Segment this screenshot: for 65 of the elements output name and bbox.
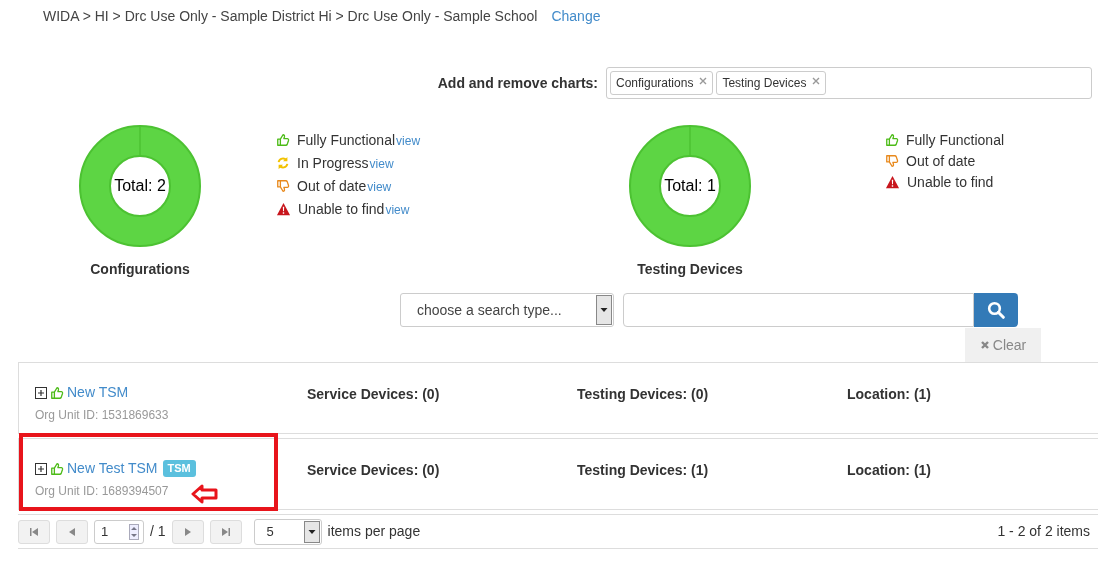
- refresh-icon: [276, 156, 290, 170]
- page-size-dropdown[interactable]: 5: [253, 518, 322, 545]
- thumbs-down-icon: [276, 179, 290, 193]
- expand-icon: [35, 462, 47, 475]
- search-type-placeholder: choose a search type...: [417, 300, 562, 320]
- legend-label: Out of date: [297, 176, 367, 196]
- search-button[interactable]: [974, 293, 1018, 327]
- location-count: Location: (1): [847, 462, 931, 478]
- service-devices-count: Service Devices: (0): [307, 462, 440, 478]
- tsm-name-link[interactable]: New TSM: [67, 382, 129, 403]
- view-link[interactable]: view: [385, 200, 410, 219]
- spinner-arrows-icon: [129, 523, 139, 540]
- chart-tag-label: Testing Devices: [722, 75, 807, 92]
- clear-button[interactable]: Clear: [965, 328, 1041, 362]
- service-devices-count: Service Devices: (0): [307, 386, 440, 402]
- thumbs-down-icon: [885, 154, 899, 168]
- legend-label: In Progress: [297, 153, 369, 173]
- testing-devices-count: Testing Devices: (0): [577, 386, 709, 402]
- view-link[interactable]: view: [396, 131, 421, 150]
- location-count: Location: (1): [847, 386, 931, 402]
- tsm-name-link[interactable]: New Test TSM: [67, 458, 158, 479]
- search-type-dropdown[interactable]: choose a search type...: [400, 293, 614, 327]
- warning-icon: [276, 202, 291, 216]
- breadcrumb: WIDA > HI > Drc Use Only - Sample District Hi > Drc Use Only - Sample School: [43, 7, 538, 26]
- thumbs-up-icon: [276, 133, 290, 147]
- chart-total: Total: 1: [664, 176, 716, 196]
- search-icon: [987, 301, 1005, 319]
- first-page-button[interactable]: [18, 519, 50, 544]
- expand-icon: [35, 386, 47, 399]
- previous-page-button[interactable]: [56, 519, 88, 544]
- view-link[interactable]: view: [369, 154, 394, 173]
- pager-summary: 1 - 2 of 2 items: [997, 522, 1090, 541]
- page-count: / 1: [150, 522, 166, 541]
- chart-title: Testing Devices: [637, 260, 743, 279]
- org-unit-id: Org Unit ID: 1531869633: [35, 407, 169, 424]
- remove-tag-icon: [812, 77, 821, 85]
- change-link[interactable]: Change: [551, 6, 601, 27]
- chart-picker-field[interactable]: Configurations Testing Devices: [606, 67, 1092, 99]
- testing-devices-count: Testing Devices: (1): [577, 462, 709, 478]
- close-icon: [979, 340, 990, 350]
- first-page-icon: [28, 525, 40, 538]
- search-field[interactable]: [623, 293, 974, 327]
- next-page-button[interactable]: [171, 519, 204, 544]
- arrow-annotation-icon: [191, 484, 219, 504]
- last-page-icon: [219, 525, 232, 538]
- chart-tag-label: Configurations: [616, 75, 694, 92]
- chart-total: Total: 2: [114, 176, 166, 196]
- remove-tag-icon: [699, 77, 708, 85]
- tsm-badge: TSM: [162, 460, 196, 477]
- org-unit-id: Org Unit ID: 1689394507: [35, 483, 169, 500]
- chart-picker-label: Add and remove charts:: [437, 73, 598, 93]
- page-number-field[interactable]: 1: [94, 519, 144, 544]
- legend-label: Fully Functional: [297, 130, 396, 150]
- view-link[interactable]: view: [367, 177, 392, 196]
- thumbs-up-icon: [885, 133, 899, 147]
- legend-label: Fully Functional: [906, 130, 1005, 150]
- warning-icon: [885, 175, 900, 189]
- legend-label: Out of date: [906, 151, 976, 171]
- last-page-button[interactable]: [209, 519, 242, 544]
- chart-title: Configurations: [90, 260, 190, 279]
- legend-label: Unable to find: [907, 172, 994, 192]
- items-per-page-label: items per page: [327, 522, 421, 541]
- legend-label: Unable to find: [298, 199, 385, 219]
- thumbs-up-icon: [50, 461, 64, 476]
- thumbs-up-icon: [50, 385, 64, 400]
